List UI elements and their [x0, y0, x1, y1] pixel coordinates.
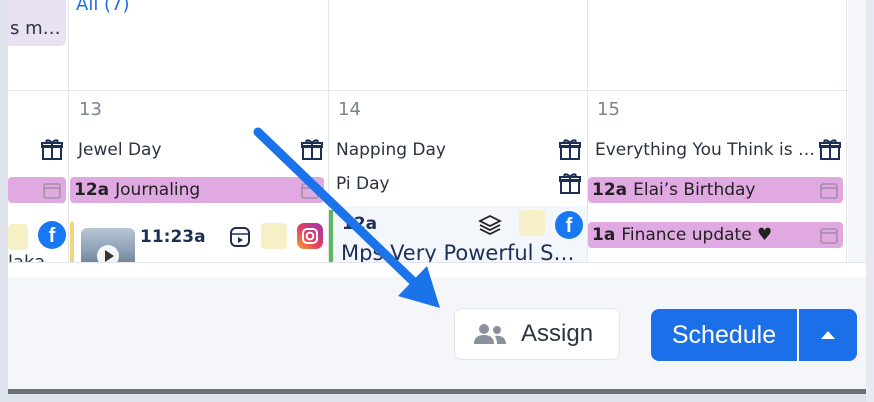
annotation-arrow — [253, 127, 440, 308]
